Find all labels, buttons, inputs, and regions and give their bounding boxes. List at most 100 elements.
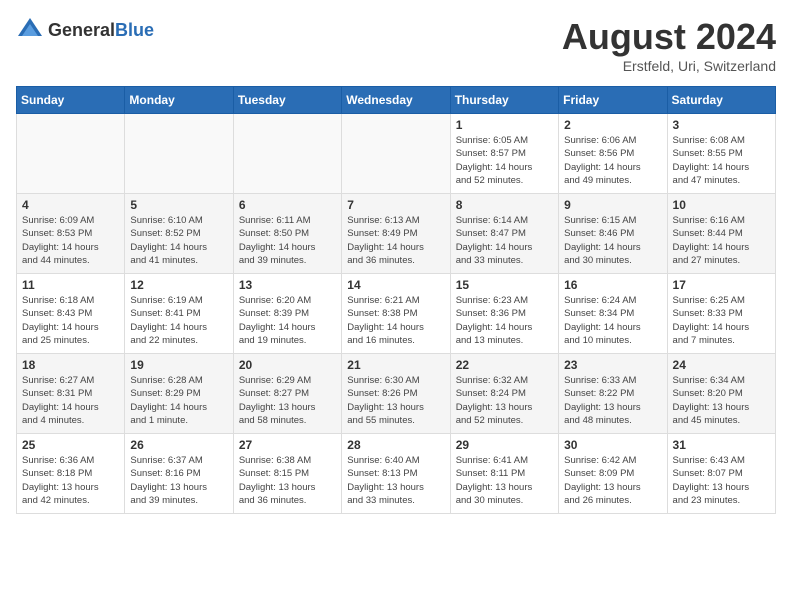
day-number: 1 [456,118,553,132]
day-info: Sunrise: 6:41 AM Sunset: 8:11 PM Dayligh… [456,454,553,507]
calendar-week-2: 11 Sunrise: 6:18 AM Sunset: 8:43 PM Dayli… [17,274,776,354]
location: Erstfeld, Uri, Switzerland [562,58,776,74]
day-number: 3 [673,118,770,132]
day-number: 16 [564,278,661,292]
day-number: 10 [673,198,770,212]
calendar-cell: 17 Sunrise: 6:25 AM Sunset: 8:33 PM Dayli… [667,274,775,354]
day-info: Sunrise: 6:36 AM Sunset: 8:18 PM Dayligh… [22,454,119,507]
calendar-cell: 18 Sunrise: 6:27 AM Sunset: 8:31 PM Dayli… [17,354,125,434]
calendar-cell: 13 Sunrise: 6:20 AM Sunset: 8:39 PM Dayli… [233,274,341,354]
day-info: Sunrise: 6:06 AM Sunset: 8:56 PM Dayligh… [564,134,661,187]
logo-icon [16,16,44,44]
day-number: 23 [564,358,661,372]
month-year: August 2024 [562,16,776,58]
calendar-cell: 25 Sunrise: 6:36 AM Sunset: 8:18 PM Dayli… [17,434,125,514]
day-info: Sunrise: 6:18 AM Sunset: 8:43 PM Dayligh… [22,294,119,347]
day-info: Sunrise: 6:25 AM Sunset: 8:33 PM Dayligh… [673,294,770,347]
calendar-cell [125,114,233,194]
day-number: 22 [456,358,553,372]
day-number: 28 [347,438,444,452]
calendar-cell: 11 Sunrise: 6:18 AM Sunset: 8:43 PM Dayli… [17,274,125,354]
day-number: 9 [564,198,661,212]
day-info: Sunrise: 6:11 AM Sunset: 8:50 PM Dayligh… [239,214,336,267]
day-info: Sunrise: 6:27 AM Sunset: 8:31 PM Dayligh… [22,374,119,427]
day-number: 5 [130,198,227,212]
day-number: 19 [130,358,227,372]
calendar-cell [342,114,450,194]
day-info: Sunrise: 6:33 AM Sunset: 8:22 PM Dayligh… [564,374,661,427]
calendar-week-4: 25 Sunrise: 6:36 AM Sunset: 8:18 PM Dayli… [17,434,776,514]
header-sunday: Sunday [17,87,125,114]
calendar-cell: 6Sunrise: 6:11 AM Sunset: 8:50 PM Daylig… [233,194,341,274]
title-block: August 2024 Erstfeld, Uri, Switzerland [562,16,776,74]
day-number: 30 [564,438,661,452]
calendar-cell: 28 Sunrise: 6:40 AM Sunset: 8:13 PM Dayli… [342,434,450,514]
day-info: Sunrise: 6:10 AM Sunset: 8:52 PM Dayligh… [130,214,227,267]
day-number: 24 [673,358,770,372]
day-number: 15 [456,278,553,292]
header-friday: Friday [559,87,667,114]
day-number: 31 [673,438,770,452]
day-number: 25 [22,438,119,452]
header-wednesday: Wednesday [342,87,450,114]
day-info: Sunrise: 6:24 AM Sunset: 8:34 PM Dayligh… [564,294,661,347]
day-number: 18 [22,358,119,372]
day-number: 20 [239,358,336,372]
day-number: 21 [347,358,444,372]
calendar-cell: 24 Sunrise: 6:34 AM Sunset: 8:20 PM Dayli… [667,354,775,434]
day-number: 12 [130,278,227,292]
day-info: Sunrise: 6:29 AM Sunset: 8:27 PM Dayligh… [239,374,336,427]
day-info: Sunrise: 6:43 AM Sunset: 8:07 PM Dayligh… [673,454,770,507]
day-info: Sunrise: 6:08 AM Sunset: 8:55 PM Dayligh… [673,134,770,187]
day-info: Sunrise: 6:16 AM Sunset: 8:44 PM Dayligh… [673,214,770,267]
day-info: Sunrise: 6:28 AM Sunset: 8:29 PM Dayligh… [130,374,227,427]
calendar-cell: 19 Sunrise: 6:28 AM Sunset: 8:29 PM Dayli… [125,354,233,434]
day-info: Sunrise: 6:21 AM Sunset: 8:38 PM Dayligh… [347,294,444,347]
day-number: 26 [130,438,227,452]
day-info: Sunrise: 6:13 AM Sunset: 8:49 PM Dayligh… [347,214,444,267]
day-number: 29 [456,438,553,452]
calendar-cell: 27Sunrise: 6:38 AM Sunset: 8:15 PM Dayli… [233,434,341,514]
day-info: Sunrise: 6:14 AM Sunset: 8:47 PM Dayligh… [456,214,553,267]
day-number: 14 [347,278,444,292]
calendar-cell: 26Sunrise: 6:37 AM Sunset: 8:16 PM Dayli… [125,434,233,514]
day-number: 17 [673,278,770,292]
calendar-cell: 8Sunrise: 6:14 AM Sunset: 8:47 PM Daylig… [450,194,558,274]
calendar-table: SundayMondayTuesdayWednesdayThursdayFrid… [16,86,776,514]
day-info: Sunrise: 6:32 AM Sunset: 8:24 PM Dayligh… [456,374,553,427]
calendar-cell: 16 Sunrise: 6:24 AM Sunset: 8:34 PM Dayli… [559,274,667,354]
calendar-cell: 21Sunrise: 6:30 AM Sunset: 8:26 PM Dayli… [342,354,450,434]
header-saturday: Saturday [667,87,775,114]
calendar-cell: 2 Sunrise: 6:06 AM Sunset: 8:56 PM Daylig… [559,114,667,194]
logo: GeneralBlue [16,16,154,44]
calendar-cell: 5 Sunrise: 6:10 AM Sunset: 8:52 PM Daylig… [125,194,233,274]
day-info: Sunrise: 6:19 AM Sunset: 8:41 PM Dayligh… [130,294,227,347]
calendar-cell: 20 Sunrise: 6:29 AM Sunset: 8:27 PM Dayli… [233,354,341,434]
day-number: 13 [239,278,336,292]
calendar-week-0: 1Sunrise: 6:05 AM Sunset: 8:57 PM Daylig… [17,114,776,194]
day-info: Sunrise: 6:20 AM Sunset: 8:39 PM Dayligh… [239,294,336,347]
calendar-cell: 4Sunrise: 6:09 AM Sunset: 8:53 PM Daylig… [17,194,125,274]
calendar-cell: 23 Sunrise: 6:33 AM Sunset: 8:22 PM Dayli… [559,354,667,434]
calendar-cell: 3 Sunrise: 6:08 AM Sunset: 8:55 PM Daylig… [667,114,775,194]
calendar-cell: 1Sunrise: 6:05 AM Sunset: 8:57 PM Daylig… [450,114,558,194]
day-number: 11 [22,278,119,292]
calendar-cell: 31 Sunrise: 6:43 AM Sunset: 8:07 PM Dayli… [667,434,775,514]
day-info: Sunrise: 6:34 AM Sunset: 8:20 PM Dayligh… [673,374,770,427]
calendar-week-1: 4Sunrise: 6:09 AM Sunset: 8:53 PM Daylig… [17,194,776,274]
calendar-cell [233,114,341,194]
logo-general: General [48,20,115,40]
calendar-week-3: 18 Sunrise: 6:27 AM Sunset: 8:31 PM Dayli… [17,354,776,434]
day-info: Sunrise: 6:09 AM Sunset: 8:53 PM Dayligh… [22,214,119,267]
day-info: Sunrise: 6:23 AM Sunset: 8:36 PM Dayligh… [456,294,553,347]
day-number: 7 [347,198,444,212]
day-info: Sunrise: 6:40 AM Sunset: 8:13 PM Dayligh… [347,454,444,507]
calendar-cell: 15 Sunrise: 6:23 AM Sunset: 8:36 PM Dayli… [450,274,558,354]
day-info: Sunrise: 6:42 AM Sunset: 8:09 PM Dayligh… [564,454,661,507]
calendar-cell: 29 Sunrise: 6:41 AM Sunset: 8:11 PM Dayli… [450,434,558,514]
header-tuesday: Tuesday [233,87,341,114]
calendar-cell [17,114,125,194]
logo-blue: Blue [115,20,154,40]
day-number: 2 [564,118,661,132]
calendar-cell: 9Sunrise: 6:15 AM Sunset: 8:46 PM Daylig… [559,194,667,274]
